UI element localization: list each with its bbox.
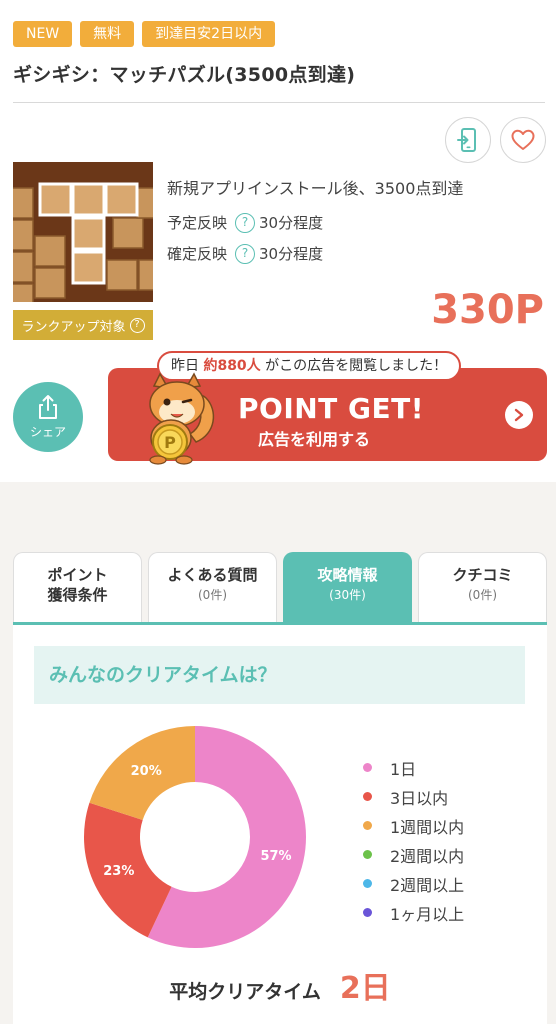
legend-label: 2週間以上 bbox=[390, 875, 465, 895]
chart-legend: 1日 3日以内 1週間以内 2週間以内 2週間以上 1ヶ月以上 bbox=[363, 753, 464, 927]
install-phone-button[interactable] bbox=[445, 117, 491, 163]
slice-label: 23% bbox=[103, 864, 134, 879]
share-icon bbox=[39, 395, 57, 419]
share-button[interactable]: シェア bbox=[13, 382, 83, 452]
scheduled-label: 予定反映 bbox=[167, 214, 228, 232]
tab-count: (0件) bbox=[468, 588, 497, 602]
legend-dot bbox=[363, 821, 372, 830]
tag-free: 無料 bbox=[80, 21, 135, 47]
tab-bar: ポイント 獲得条件 よくある質問 (0件) 攻略情報 (30件) クチコミ (0… bbox=[13, 552, 547, 622]
rank-up-badge[interactable]: ランクアップ対象 ? bbox=[13, 310, 153, 340]
squirrel-mascot-icon: P bbox=[149, 372, 215, 465]
tab-label: ポイント bbox=[47, 566, 108, 584]
chevron-right-icon bbox=[505, 401, 533, 429]
legend-dot bbox=[363, 763, 372, 772]
tag-eta: 到達目安2日以内 bbox=[142, 21, 276, 47]
svg-text:P: P bbox=[164, 433, 176, 452]
confirmed-value: 30分程度 bbox=[259, 245, 324, 263]
help-icon[interactable]: ? bbox=[235, 212, 256, 233]
legend-item: 1日 bbox=[363, 753, 464, 782]
legend-dot bbox=[363, 850, 372, 859]
rank-up-label: ランクアップ対象 bbox=[21, 319, 126, 335]
clear-time-donut-chart: 57% 23% 20% bbox=[84, 726, 306, 948]
tab-count: (30件) bbox=[329, 588, 366, 602]
legend-label: 1ヶ月以上 bbox=[390, 904, 465, 924]
tab-label: 攻略情報 bbox=[317, 566, 378, 584]
average-value: 2日 bbox=[339, 971, 391, 1006]
legend-label: 2週間以内 bbox=[390, 846, 465, 866]
use-ad-label: 広告を利用する bbox=[258, 430, 371, 449]
confirmed-row: 確定反映 ? 30分程度 bbox=[167, 243, 323, 264]
reward-points: 330P bbox=[431, 287, 544, 333]
legend-label: 3日以内 bbox=[390, 788, 449, 808]
tab-label: 獲得条件 bbox=[47, 586, 108, 604]
help-icon: ? bbox=[129, 317, 145, 333]
clear-time-heading: みんなのクリアタイムは？ bbox=[34, 646, 525, 704]
slice-label: 20% bbox=[131, 764, 162, 779]
app-icon[interactable] bbox=[13, 162, 153, 302]
legend-dot bbox=[363, 908, 372, 917]
offer-header-section: NEW 無料 到達目安2日以内 ギシギシ：マッチパズル(3500点到達) ランク… bbox=[0, 0, 556, 482]
legend-item: 1週間以内 bbox=[363, 811, 464, 840]
offer-description: 新規アプリインストール後、3500点到達 bbox=[167, 179, 464, 198]
offer-title: ギシギシ：マッチパズル(3500点到達) bbox=[13, 64, 356, 86]
legend-item: 1ヶ月以上 bbox=[363, 898, 464, 927]
legend-dot bbox=[363, 792, 372, 801]
wood-block-puzzle-icon bbox=[13, 162, 153, 302]
phone-install-icon bbox=[457, 128, 476, 152]
heart-icon bbox=[511, 129, 535, 150]
tab-point-conditions[interactable]: ポイント 獲得条件 bbox=[13, 552, 142, 622]
confirmed-label: 確定反映 bbox=[167, 245, 228, 263]
legend-label: 1週間以内 bbox=[390, 817, 465, 837]
legend-item: 2週間以上 bbox=[363, 869, 464, 898]
tab-count: (0件) bbox=[198, 588, 227, 602]
tag-new: NEW bbox=[13, 21, 73, 47]
average-clear-time: 平均クリアタイム 2日 bbox=[13, 963, 547, 1007]
favorite-button[interactable] bbox=[500, 117, 546, 163]
slice-label: 57% bbox=[260, 849, 291, 864]
share-label: シェア bbox=[29, 425, 66, 439]
legend-label: 1日 bbox=[390, 759, 417, 779]
legend-item: 2週間以内 bbox=[363, 840, 464, 869]
scheduled-value: 30分程度 bbox=[259, 214, 324, 232]
strategy-panel: みんなのクリアタイムは？ 57% 23% 20% 1日 3日以内 1週間以内 2週間以内 2… bbox=[13, 625, 547, 1024]
tab-label: よくある質問 bbox=[167, 566, 258, 584]
scheduled-row: 予定反映 ? 30分程度 bbox=[167, 212, 323, 233]
help-icon[interactable]: ? bbox=[235, 243, 256, 264]
divider bbox=[13, 102, 545, 103]
tab-label: クチコミ bbox=[452, 566, 513, 584]
tab-reviews[interactable]: クチコミ (0件) bbox=[418, 552, 547, 622]
legend-dot bbox=[363, 879, 372, 888]
tab-faq[interactable]: よくある質問 (0件) bbox=[148, 552, 277, 622]
average-label: 平均クリアタイム bbox=[169, 981, 321, 1003]
legend-item: 3日以内 bbox=[363, 782, 464, 811]
point-get-label: POINT GET! bbox=[238, 392, 425, 425]
views-suffix: がこの広告を閲覧しました！ bbox=[260, 358, 448, 374]
tab-strategy[interactable]: 攻略情報 (30件) bbox=[283, 552, 412, 622]
tag-list: NEW 無料 到達目安2日以内 bbox=[13, 21, 276, 47]
